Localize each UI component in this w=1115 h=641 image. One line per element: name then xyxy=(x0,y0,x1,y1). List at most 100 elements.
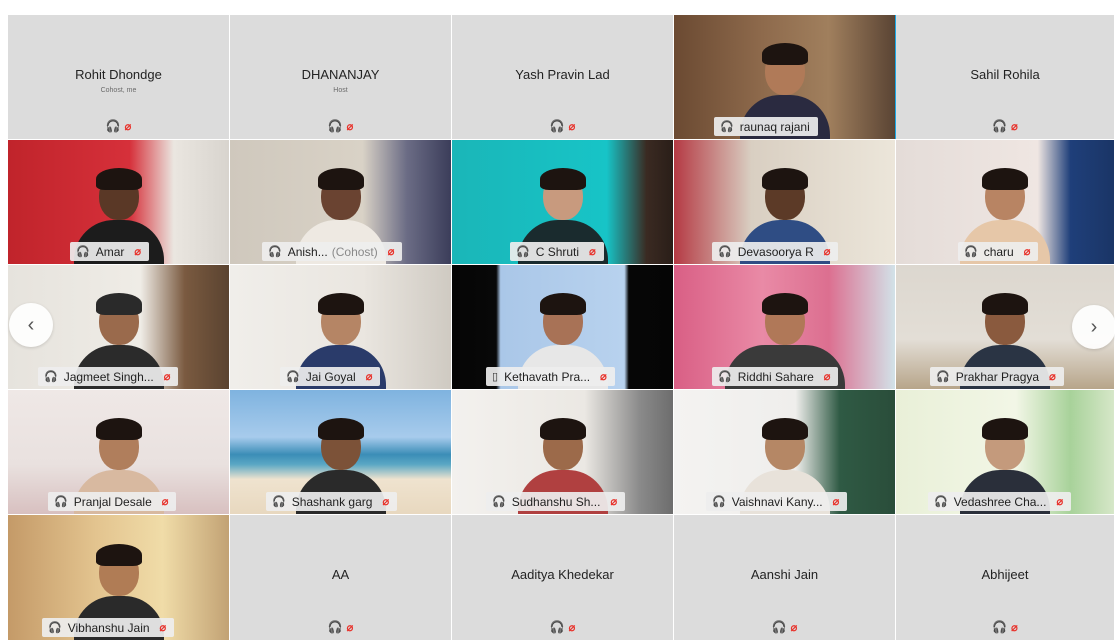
participant-name: Aaditya Khedekar xyxy=(511,567,614,582)
participant-name: Amar xyxy=(95,244,125,259)
mic-off-icon: ⌀ xyxy=(365,371,373,383)
participant-name-label: 🎧 Prakhar Pragya ⌀ xyxy=(930,367,1064,386)
participant-name: Vaishnavi Kany... xyxy=(731,494,823,509)
mic-off-icon: ⌀ xyxy=(1011,622,1018,634)
headset-icon: 🎧 xyxy=(268,246,282,258)
participant-name: Devasoorya R xyxy=(737,244,814,259)
participant-tile[interactable]: 🎧 Devasoorya R ⌀ xyxy=(674,140,896,264)
participant-name-label: 🎧 Vaishnavi Kany... ⌀ xyxy=(706,492,848,511)
phone-icon: ▯ xyxy=(492,371,499,383)
participant-status: 🎧 ⌀ xyxy=(230,119,451,133)
next-page-button[interactable]: › xyxy=(1072,305,1115,349)
participant-tile[interactable]: 🎧 Jai Goyal ⌀ xyxy=(230,265,452,389)
participant-name: raunaq rajani xyxy=(739,119,810,134)
participant-tile[interactable]: ▯ Kethavath Pra... ⌀ xyxy=(452,265,674,389)
headset-icon: 🎧 xyxy=(105,119,121,133)
headset-icon: 🎧 xyxy=(992,119,1008,133)
participant-name: Riddhi Sahare xyxy=(737,369,814,384)
headset-icon: 🎧 xyxy=(549,620,565,634)
participant-name: Shashank garg xyxy=(291,494,373,509)
participant-tile[interactable]: 🎧 Shashank garg ⌀ xyxy=(230,390,452,514)
participant-name: AA xyxy=(331,567,350,582)
participant-name-label: 🎧 C Shruti ⌀ xyxy=(510,242,604,261)
mic-off-icon: ⌀ xyxy=(610,496,618,508)
headset-icon: 🎧 xyxy=(286,371,300,383)
headset-icon: 🎧 xyxy=(718,371,732,383)
participant-tile[interactable]: 🎧 C Shruti ⌀ xyxy=(452,140,674,264)
participant-name-label: 🎧 raunaq rajani xyxy=(714,117,818,136)
mic-off-icon: ⌀ xyxy=(600,371,607,383)
headset-icon: 🎧 xyxy=(327,620,343,634)
participant-name: Jagmeet Singh... xyxy=(63,369,154,384)
participant-name-label: 🎧 Vibhanshu Jain ⌀ xyxy=(42,618,175,637)
mic-off-icon: ⌀ xyxy=(823,371,831,383)
participant-name: Pranjal Desale xyxy=(73,494,152,509)
mic-off-icon: ⌀ xyxy=(387,246,395,258)
headset-icon: 🎧 xyxy=(549,119,565,133)
headset-icon: 🎧 xyxy=(964,246,978,258)
participant-tile[interactable]: 🎧 charu ⌀ xyxy=(896,140,1115,264)
headset-icon: 🎧 xyxy=(516,246,530,258)
participant-tile[interactable]: 🎧 Riddhi Sahare ⌀ xyxy=(674,265,896,389)
participant-name: Vedashree Cha... xyxy=(953,494,1047,509)
mic-off-icon: ⌀ xyxy=(790,622,798,634)
participant-name: Abhijeet xyxy=(981,567,1029,582)
participant-tile[interactable]: 🎧 Vaishnavi Kany... ⌀ xyxy=(674,390,896,514)
mic-off-icon: ⌀ xyxy=(832,496,840,508)
participant-name-label: 🎧 Vedashree Cha... ⌀ xyxy=(928,492,1072,511)
mic-off-icon: ⌀ xyxy=(134,246,141,258)
chevron-left-icon: ‹ xyxy=(27,313,35,336)
headset-icon: 🎧 xyxy=(992,620,1008,634)
participant-status: 🎧 ⌀ xyxy=(230,620,451,634)
participant-name-label: 🎧 Sudhanshu Sh... ⌀ xyxy=(486,492,626,511)
mic-off-icon: ⌀ xyxy=(1049,371,1056,383)
participant-name-label: 🎧 Jai Goyal ⌀ xyxy=(280,367,381,386)
mic-off-icon: ⌀ xyxy=(382,496,390,508)
mic-off-icon: ⌀ xyxy=(159,622,167,634)
mic-off-icon: ⌀ xyxy=(823,246,831,258)
participant-tile[interactable]: DHANANJAY Host 🎧 ⌀ xyxy=(230,15,452,139)
mic-off-icon: ⌀ xyxy=(346,622,354,634)
participant-name-label: 🎧 charu ⌀ xyxy=(958,242,1039,261)
participant-role: Host xyxy=(333,87,348,94)
participant-tile[interactable]: Aaditya Khedekar 🎧 ⌀ xyxy=(452,515,674,640)
participant-tile[interactable]: 🎧 Sudhanshu Sh... ⌀ xyxy=(452,390,674,514)
participant-status: 🎧 ⌀ xyxy=(674,620,895,634)
participant-tile[interactable]: 🎧 Vedashree Cha... ⌀ xyxy=(896,390,1115,514)
participant-status: 🎧 ⌀ xyxy=(452,119,673,133)
participant-name: Prakhar Pragya xyxy=(955,369,1040,384)
participant-tile[interactable]: Sahil Rohila 🎧 ⌀ xyxy=(896,15,1115,139)
participant-tile[interactable]: 🎧 Pranjal Desale ⌀ xyxy=(8,390,230,514)
participant-name: Kethavath Pra... xyxy=(504,369,591,384)
participant-name: Vibhanshu Jain xyxy=(67,620,150,635)
chevron-right-icon: › xyxy=(1090,315,1098,338)
prev-page-button[interactable]: ‹ xyxy=(9,303,53,347)
mic-off-icon: ⌀ xyxy=(124,121,132,133)
participant-tile[interactable]: Aanshi Jain 🎧 ⌀ xyxy=(674,515,896,640)
participant-name: Rohit Dhondge xyxy=(75,67,162,82)
participant-name: Anish... xyxy=(287,244,328,259)
participant-tile[interactable]: 🎧 Amar ⌀ xyxy=(8,140,230,264)
headset-icon: 🎧 xyxy=(327,119,343,133)
participant-status: 🎧 ⌀ xyxy=(452,620,673,634)
participant-name-label: 🎧 Amar ⌀ xyxy=(70,242,149,261)
headset-icon: 🎧 xyxy=(54,496,68,508)
participant-tile[interactable]: AA 🎧 ⌀ xyxy=(230,515,452,640)
participant-tile[interactable]: 🎧 Anish... (Cohost) ⌀ xyxy=(230,140,452,264)
participant-name-label: 🎧 Pranjal Desale ⌀ xyxy=(48,492,177,511)
participant-name: Yash Pravin Lad xyxy=(515,67,610,82)
participant-status: 🎧 ⌀ xyxy=(896,119,1114,133)
participant-tile[interactable]: Rohit Dhondge Cohost, me 🎧 ⌀ xyxy=(8,15,230,139)
participant-tile-active-speaker[interactable]: 🎧 raunaq rajani xyxy=(674,15,896,139)
participant-tile[interactable]: Abhijeet 🎧 ⌀ xyxy=(896,515,1115,640)
participant-name: Sudhanshu Sh... xyxy=(511,494,601,509)
headset-icon: 🎧 xyxy=(44,371,58,383)
participant-tile[interactable]: 🎧 Vibhanshu Jain ⌀ xyxy=(8,515,230,640)
mic-off-icon: ⌀ xyxy=(163,371,171,383)
headset-icon: 🎧 xyxy=(936,371,950,383)
participant-role: Cohost, me xyxy=(100,87,137,94)
participant-name: C Shruti xyxy=(535,244,580,259)
participant-name-label: ▯ Kethavath Pra... ⌀ xyxy=(486,367,615,386)
participant-name-label: 🎧 Devasoorya R ⌀ xyxy=(712,242,839,261)
participant-tile[interactable]: Yash Pravin Lad 🎧 ⌀ xyxy=(452,15,674,139)
